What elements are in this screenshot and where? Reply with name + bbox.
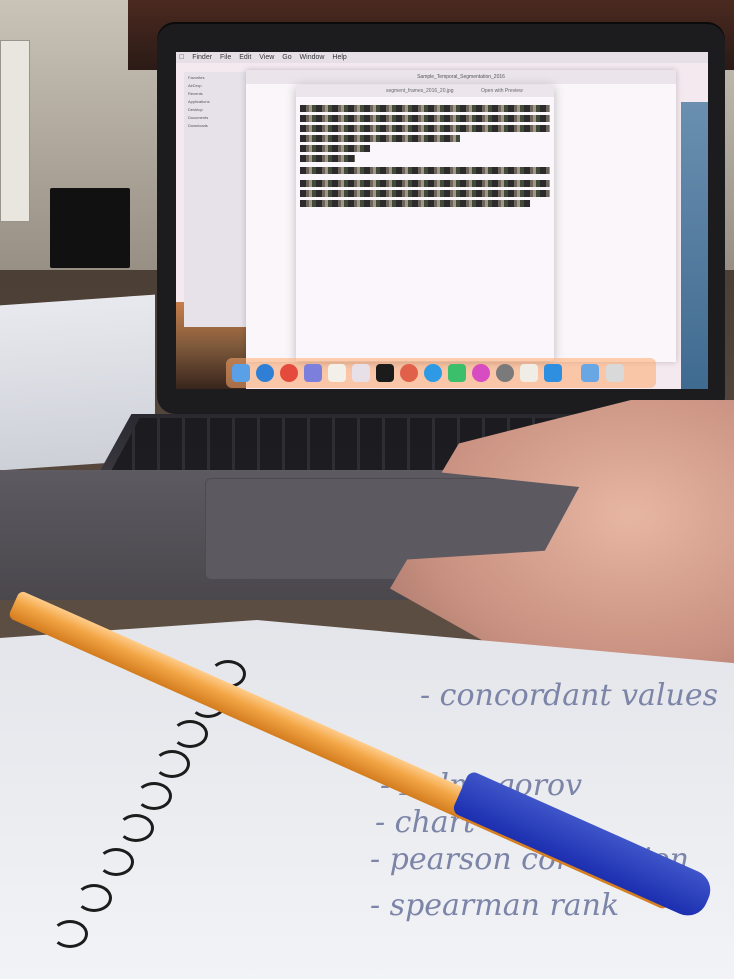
preferences-icon[interactable] xyxy=(496,364,514,382)
spiral-ring xyxy=(98,848,134,876)
spiral-ring xyxy=(136,782,172,810)
spiral-ring xyxy=(118,814,154,842)
notes-icon[interactable] xyxy=(328,364,346,382)
photos-icon[interactable] xyxy=(304,364,322,382)
quicklook-titlebar: segment_frames_2016_20.jpg Open with Pre… xyxy=(296,85,554,97)
folder-icon[interactable] xyxy=(581,364,599,382)
image-strip xyxy=(300,180,550,187)
safari-icon[interactable] xyxy=(256,364,274,382)
messages-icon[interactable] xyxy=(448,364,466,382)
image-strip xyxy=(300,135,460,142)
open-with-preview-button[interactable]: Open with Preview xyxy=(481,88,523,94)
spiral-ring xyxy=(172,720,208,748)
notebook: - concordant values - Kolmogorov - chart… xyxy=(0,620,734,979)
messages-icon[interactable] xyxy=(424,364,442,382)
image-strip xyxy=(300,167,550,174)
music-icon[interactable] xyxy=(472,364,490,382)
terminal-icon[interactable] xyxy=(376,364,394,382)
laptop-screen:  Finder File Edit View Go Window Help F… xyxy=(176,52,708,389)
sidebar-item-documents[interactable]: Documents xyxy=(188,115,242,120)
image-strip xyxy=(300,145,370,152)
finder-title: Sample_Temporal_Segmentation_2016 xyxy=(246,70,676,84)
spiral-ring xyxy=(154,750,190,778)
app-icon[interactable] xyxy=(352,364,370,382)
menu-window[interactable]: Window xyxy=(300,52,325,63)
menu-edit[interactable]: Edit xyxy=(239,52,251,63)
image-strip xyxy=(300,125,550,132)
mac-dock xyxy=(226,358,656,388)
finder-icon[interactable] xyxy=(232,364,250,382)
spiral-ring xyxy=(76,884,112,912)
chrome-icon[interactable] xyxy=(280,364,298,382)
spiral-ring xyxy=(52,920,88,948)
trash-icon[interactable] xyxy=(606,364,624,382)
sidebar-item-desktop[interactable]: Desktop xyxy=(188,107,242,112)
handwritten-line: - concordant values xyxy=(420,678,718,713)
quicklook-filename: segment_frames_2016_20.jpg xyxy=(386,88,454,94)
image-strip xyxy=(300,155,355,162)
handwritten-line: - spearman rank xyxy=(370,888,620,923)
menu-help[interactable]: Help xyxy=(332,52,346,63)
sidebar-heading-favorites: Favorites xyxy=(188,75,205,80)
mac-menubar:  Finder File Edit View Go Window Help xyxy=(176,52,708,63)
wall-poster xyxy=(0,40,30,222)
sidebar-item-downloads[interactable]: Downloads xyxy=(188,123,242,128)
apple-icon[interactable]:  xyxy=(179,52,184,63)
menu-file[interactable]: File xyxy=(220,52,231,63)
sidebar-item-applications[interactable]: Applications xyxy=(188,99,242,104)
sidebar-item-recents[interactable]: Recents xyxy=(188,91,242,96)
sidebar-item-airdrop[interactable]: AirDrop xyxy=(188,83,242,88)
image-strip xyxy=(300,105,550,112)
desktop-icons-column[interactable] xyxy=(681,102,708,389)
menu-go[interactable]: Go xyxy=(282,52,291,63)
image-strip xyxy=(300,115,550,122)
menu-finder[interactable]: Finder xyxy=(192,52,212,63)
background-monitor xyxy=(50,188,130,268)
finder-sidebar: Favorites AirDrop Recents Applications D… xyxy=(184,72,246,327)
app-icon[interactable] xyxy=(400,364,418,382)
image-strip xyxy=(300,190,550,197)
facetime-icon[interactable] xyxy=(544,364,562,382)
quicklook-window: segment_frames_2016_20.jpg Open with Pre… xyxy=(296,85,554,361)
image-strip xyxy=(300,200,530,207)
menu-view[interactable]: View xyxy=(259,52,274,63)
notes-icon[interactable] xyxy=(520,364,538,382)
